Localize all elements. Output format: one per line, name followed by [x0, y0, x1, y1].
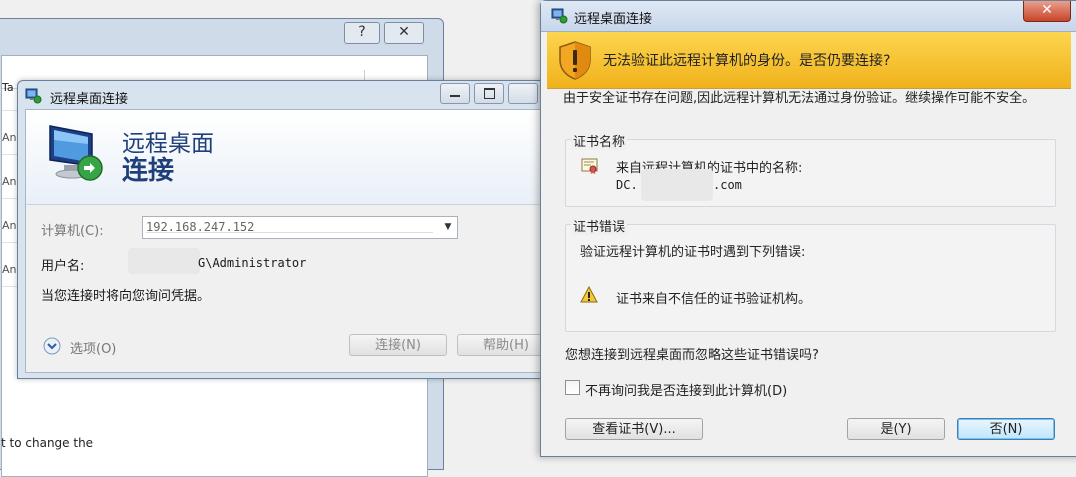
close-button[interactable]: [508, 83, 538, 104]
warning-banner: 无法验证此远程计算机的身份。是否仍要连接?: [547, 32, 1071, 89]
remote-desktop-icon: [551, 8, 568, 24]
options-chevron-icon: [43, 337, 61, 355]
computer-label: 计算机(C):: [41, 224, 104, 239]
warning-triangle-icon: [580, 286, 598, 303]
credential-note: 当您连接时将向您询问凭据。: [41, 289, 211, 304]
help-button[interactable]: ?: [344, 22, 380, 44]
chevron-down-icon[interactable]: ▼: [439, 217, 457, 238]
shield-warning-icon: [559, 41, 591, 80]
rdc-connect-window: 远程桌面连接 远程桌面 连接 计算机(C): 192.168.247.152 ▼: [17, 80, 559, 379]
cert-name-suffix: .com: [713, 178, 742, 192]
dialog-title: 远程桌面连接: [574, 12, 653, 27]
window-title: 远程桌面连接: [50, 92, 129, 107]
hint-text: t to change the: [1, 436, 94, 450]
question-text: 您想连接到远程桌面而忽略这些证书错误吗?: [565, 348, 819, 363]
list-item[interactable]: Any: [2, 175, 18, 188]
view-certificate-button[interactable]: 查看证书(V)...: [565, 418, 703, 440]
description-text: 由于安全证书存在问题,因此远程计算机无法通过身份验证。继续操作可能不安全。: [563, 91, 1036, 106]
list-item[interactable]: Any: [2, 219, 18, 232]
username-value: G\Administrator: [198, 256, 307, 270]
close-button[interactable]: ✕: [1023, 1, 1071, 22]
cert-errors-caption: 验证远程计算机的证书时遇到下列错误:: [580, 245, 806, 260]
dialog-titlebar: 远程桌面连接 ✕: [541, 1, 1076, 32]
yes-button[interactable]: 是(Y): [847, 418, 945, 440]
warning-message: 无法验证此远程计算机的身份。是否仍要连接?: [603, 53, 891, 69]
cert-error-item: 证书来自不信任的证书验证机构。: [616, 292, 812, 307]
column-header: Ta: [2, 81, 14, 94]
dont-ask-label[interactable]: 不再询问我是否连接到此计算机(D): [585, 380, 787, 399]
cert-name-prefix: DC.: [616, 178, 638, 192]
connect-button[interactable]: 连接(N): [349, 334, 447, 356]
list-item[interactable]: Any: [2, 131, 18, 144]
rdc-body: 远程桌面 连接 计算机(C): 192.168.247.152 ▼ 用户名: G…: [25, 109, 555, 373]
cert-name-group-title: 证书名称: [571, 131, 628, 150]
options-label: 选项(O): [70, 342, 117, 357]
list-item[interactable]: Any: [2, 263, 18, 276]
redacted-region: [128, 248, 200, 274]
options-toggle[interactable]: 选项(O): [43, 336, 143, 357]
no-button[interactable]: 否(N): [957, 418, 1055, 440]
close-button[interactable]: ✕: [384, 22, 424, 44]
banner-title-line2: 连接: [122, 156, 175, 186]
certificate-icon: [581, 158, 598, 174]
rdc-banner: 远程桌面 连接: [26, 110, 552, 205]
certificate-warning-dialog: 远程桌面连接 ✕ 无法验证此远程计算机的身份。是否仍要连接? 由于安全证书存在问…: [540, 0, 1076, 457]
username-label: 用户名:: [41, 259, 85, 274]
dont-ask-checkbox[interactable]: [565, 380, 580, 395]
cert-errors-group-title: 证书错误: [571, 216, 628, 235]
redacted-region: [641, 169, 713, 201]
remote-desktop-icon: [25, 88, 42, 104]
computer-combobox[interactable]: 192.168.247.152 ▼: [142, 216, 458, 239]
minimize-button[interactable]: [440, 83, 470, 104]
remote-desktop-icon: [49, 125, 103, 181]
maximize-button[interactable]: [474, 83, 504, 104]
